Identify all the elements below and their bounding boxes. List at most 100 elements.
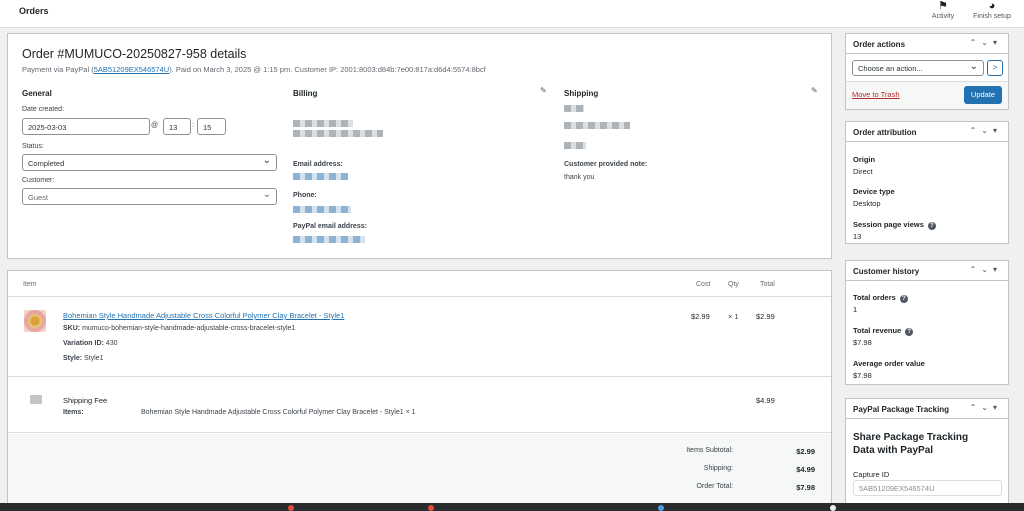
activity-button[interactable]: ⚑ Activity	[918, 0, 968, 20]
col-total: Total	[760, 281, 775, 288]
item-qty: × 1	[728, 312, 739, 321]
billing-email-redacted	[293, 173, 348, 180]
order-items-panel: Item Cost Qty Total Bohemian Style Handm…	[7, 270, 832, 506]
billing-phone-redacted	[293, 206, 351, 213]
sku-label: SKU:	[63, 325, 81, 332]
minute-input[interactable]: 15	[197, 118, 226, 135]
billing-phone-label: Phone:	[293, 192, 317, 199]
table-row: Bohemian Style Handmade Adjustable Cross…	[8, 298, 831, 377]
status-select[interactable]: Completed	[22, 154, 277, 171]
shipping-heading: Shipping	[564, 89, 599, 98]
order-actions-footer: Move to Trash Update	[846, 81, 1008, 109]
system-dock	[0, 503, 1024, 511]
total-revenue-value: $7.98	[853, 338, 872, 347]
product-thumbnail[interactable]	[24, 310, 46, 332]
capture-id-input[interactable]: 5AB51209EX546574U	[853, 480, 1002, 496]
subtotal-value: $2.99	[796, 447, 815, 456]
progress-circle-icon: ◕	[988, 0, 996, 12]
paypal-tracking-title: PayPal Package Tracking	[853, 405, 950, 414]
billing-email-label: Email address:	[293, 161, 343, 168]
customer-note-label: Customer provided note:	[564, 161, 648, 168]
panel-controls-icon[interactable]: ⌃⌄▾	[970, 403, 1002, 412]
total-orders-text: Total orders	[853, 293, 896, 302]
order-attribution-header[interactable]: Order attribution ⌃⌄▾	[846, 122, 1008, 142]
paypal-tracking-header[interactable]: PayPal Package Tracking ⌃⌄▾	[846, 399, 1008, 419]
device-type-value: Desktop	[853, 199, 881, 208]
aov-label: Average order value	[853, 359, 925, 368]
total-orders-label: Total orders?	[853, 293, 908, 303]
capture-id-label: Capture ID	[853, 470, 890, 479]
payment-suffix: ). Paid on March 3, 2025 @ 1:15 pm. Cust…	[169, 65, 486, 74]
help-icon[interactable]: ?	[899, 295, 908, 303]
apply-action-button[interactable]: >	[987, 60, 1003, 76]
customer-label: Customer:	[22, 177, 55, 184]
dock-app-icon[interactable]	[830, 505, 836, 511]
session-views-label: Session page views?	[853, 220, 936, 230]
finish-setup-button[interactable]: ◕ Finish setup	[967, 0, 1017, 20]
style-line: Style: Style1	[63, 355, 103, 362]
panel-controls-icon[interactable]: ⌃⌄▾	[970, 126, 1002, 135]
status-label: Status:	[22, 143, 44, 150]
shipping-address-redacted	[564, 122, 630, 129]
paypal-email-label: PayPal email address:	[293, 223, 367, 230]
customer-note-value: thank you	[564, 174, 595, 181]
item-total: $2.99	[756, 312, 775, 321]
page-title: Orders	[19, 6, 49, 16]
order-total-label: Order Total:	[696, 483, 733, 490]
order-actions-panel: Order actions ⌃⌄▾ Choose an action... > …	[845, 33, 1009, 110]
style-value: Style1	[84, 355, 104, 362]
hour-input[interactable]: 13	[163, 118, 191, 135]
dock-app-icon[interactable]	[288, 505, 294, 511]
items-header-row: Item Cost Qty Total	[8, 271, 831, 297]
product-link[interactable]: Bohemian Style Handmade Adjustable Cross…	[63, 311, 344, 320]
shipping-address-redacted-2	[564, 142, 586, 149]
update-button[interactable]: Update	[964, 86, 1002, 104]
dock-app-icon[interactable]	[658, 505, 664, 511]
customer-select[interactable]: Guest	[22, 188, 277, 205]
help-icon[interactable]: ?	[927, 222, 936, 230]
origin-label: Origin	[853, 155, 876, 164]
shipping-items-label: Items:	[63, 409, 84, 416]
paypal-tracking-heading: Share Package Tracking Data with PayPal	[853, 432, 969, 456]
shipping-line-row: Shipping Fee Items: Bohemian Style Handm…	[8, 378, 831, 433]
order-details-panel: Order #MUMUCO-20250827-958 details Payme…	[7, 33, 832, 259]
shipping-line-total: $4.99	[756, 396, 775, 405]
edit-shipping-icon[interactable]: ✎	[811, 86, 818, 95]
sku-line: SKU: mumuco-bohemian-style-handmade-adju…	[63, 325, 295, 332]
shipping-total-label: Shipping:	[703, 465, 733, 472]
order-attribution-title: Order attribution	[853, 128, 917, 137]
panel-controls-icon[interactable]: ⌃⌄▾	[970, 265, 1002, 274]
edit-billing-icon[interactable]: ✎	[540, 86, 547, 95]
sku-value: mumuco-bohemian-style-handmade-adjustabl…	[82, 325, 296, 332]
move-to-trash-link[interactable]: Move to Trash	[852, 90, 900, 99]
date-created-label: Date created:	[22, 106, 65, 113]
customer-history-header[interactable]: Customer history ⌃⌄▾	[846, 261, 1008, 281]
order-title: Order #MUMUCO-20250827-958 details	[22, 47, 247, 61]
payment-prefix: Payment via PayPal (	[22, 65, 94, 74]
order-actions-header[interactable]: Order actions ⌃⌄▾	[846, 34, 1008, 54]
transaction-link[interactable]: 5AB51209EX546574U	[94, 65, 169, 74]
col-qty: Qty	[728, 281, 739, 288]
date-created-input[interactable]: 2025-03-03	[22, 118, 150, 135]
order-attribution-panel: Order attribution ⌃⌄▾ Origin Direct Devi…	[845, 121, 1009, 244]
total-orders-value: 1	[853, 305, 858, 314]
shipping-total-value: $4.99	[796, 465, 815, 474]
top-bar: Orders ⚑ Activity ◕ Finish setup	[0, 0, 1024, 28]
general-heading: General	[22, 89, 52, 98]
order-action-select[interactable]: Choose an action...	[852, 60, 984, 76]
paypal-tracking-panel: PayPal Package Tracking ⌃⌄▾ Share Packag…	[845, 398, 1009, 506]
customer-history-panel: Customer history ⌃⌄▾ Total orders? 1 Tot…	[845, 260, 1009, 385]
flag-icon: ⚑	[938, 0, 948, 12]
order-totals: Items Subtotal: $2.99 Shipping: $4.99 Or…	[8, 434, 831, 506]
panel-controls-icon[interactable]: ⌃⌄▾	[970, 38, 1002, 47]
truck-icon	[30, 395, 42, 404]
col-cost: Cost	[696, 281, 711, 288]
help-icon[interactable]: ?	[905, 328, 914, 336]
variation-line: Variation ID: 430	[63, 340, 117, 347]
col-item: Item	[23, 281, 37, 288]
dock-app-icon[interactable]	[428, 505, 434, 511]
order-actions-title: Order actions	[853, 40, 906, 49]
variation-label: Variation ID:	[63, 340, 104, 347]
billing-address-redacted	[293, 120, 353, 127]
time-colon: :	[192, 122, 194, 129]
